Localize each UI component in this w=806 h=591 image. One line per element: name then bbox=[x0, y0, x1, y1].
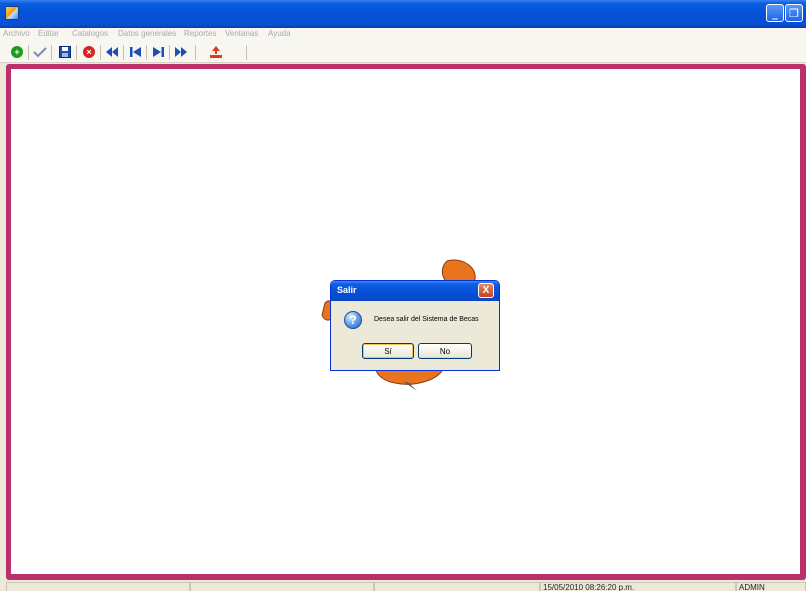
toolbar: + × bbox=[0, 42, 806, 63]
status-panel-1 bbox=[6, 582, 190, 591]
save-icon bbox=[59, 46, 71, 58]
app-icon[interactable] bbox=[5, 6, 19, 20]
toolbar-separator bbox=[123, 45, 124, 60]
toolbar-separator bbox=[146, 45, 147, 60]
menu-catalogos[interactable]: Catalogos bbox=[72, 29, 108, 38]
menu-ventanas[interactable]: Ventanas bbox=[225, 29, 258, 38]
status-panel-2 bbox=[190, 582, 374, 591]
add-icon: + bbox=[11, 46, 23, 58]
restore-button[interactable]: ❐ bbox=[785, 4, 803, 22]
menu-editar[interactable]: Editar bbox=[38, 29, 59, 38]
toolbar-separator bbox=[51, 45, 52, 60]
edit-check-icon bbox=[33, 47, 47, 58]
menu-datos-generales[interactable]: Datos generales bbox=[118, 29, 176, 38]
dialog-title: Salir bbox=[337, 285, 357, 295]
menu-archivo[interactable]: Archivo bbox=[3, 29, 30, 38]
status-panel-3 bbox=[374, 582, 540, 591]
status-bar: 15/05/2010 08:26:20 p.m. ADMIN bbox=[0, 580, 806, 591]
toolbar-separator bbox=[76, 45, 77, 60]
yes-button[interactable]: Sí bbox=[362, 343, 414, 359]
menu-bar: Archivo Editar Catalogos Datos generales… bbox=[0, 28, 806, 42]
status-datetime: 15/05/2010 08:26:20 p.m. bbox=[540, 582, 736, 591]
no-button[interactable]: No bbox=[418, 343, 472, 359]
toolbar-separator bbox=[28, 45, 29, 60]
next-button[interactable] bbox=[172, 44, 190, 60]
exit-button[interactable] bbox=[207, 44, 225, 60]
question-icon: ? bbox=[344, 311, 362, 329]
dialog-title-bar[interactable]: Salir X bbox=[331, 281, 499, 301]
exit-confirm-dialog: Salir X ? Desea salir del Sistema de Bec… bbox=[330, 280, 500, 371]
cancel-button[interactable]: × bbox=[80, 44, 98, 60]
menu-reportes[interactable]: Reportes bbox=[184, 29, 216, 38]
first-icon bbox=[130, 47, 141, 57]
dialog-body: ? Desea salir del Sistema de Becas Sí No bbox=[334, 301, 496, 368]
dialog-close-button[interactable]: X bbox=[478, 283, 494, 298]
previous-button[interactable] bbox=[103, 44, 121, 60]
last-icon bbox=[153, 47, 164, 57]
last-button[interactable] bbox=[149, 44, 167, 60]
next-icon bbox=[175, 47, 187, 57]
toolbar-separator bbox=[100, 45, 101, 60]
toolbar-separator bbox=[169, 45, 170, 60]
title-bar[interactable]: _ ❐ bbox=[0, 0, 806, 28]
menu-ayuda[interactable]: Ayuda bbox=[268, 29, 291, 38]
first-button[interactable] bbox=[127, 44, 145, 60]
toolbar-separator bbox=[195, 45, 196, 60]
dialog-message: Desea salir del Sistema de Becas bbox=[374, 316, 479, 323]
save-button[interactable] bbox=[56, 44, 74, 60]
cancel-icon: × bbox=[83, 46, 95, 58]
status-user: ADMIN bbox=[736, 582, 806, 591]
toolbar-separator bbox=[246, 45, 247, 60]
main-window: _ ❐ Archivo Editar Catalogos Datos gener… bbox=[0, 0, 806, 591]
edit-button[interactable] bbox=[31, 44, 49, 60]
previous-icon bbox=[106, 47, 118, 57]
exit-icon bbox=[210, 45, 222, 58]
minimize-button[interactable]: _ bbox=[766, 4, 784, 22]
add-button[interactable]: + bbox=[8, 44, 26, 60]
